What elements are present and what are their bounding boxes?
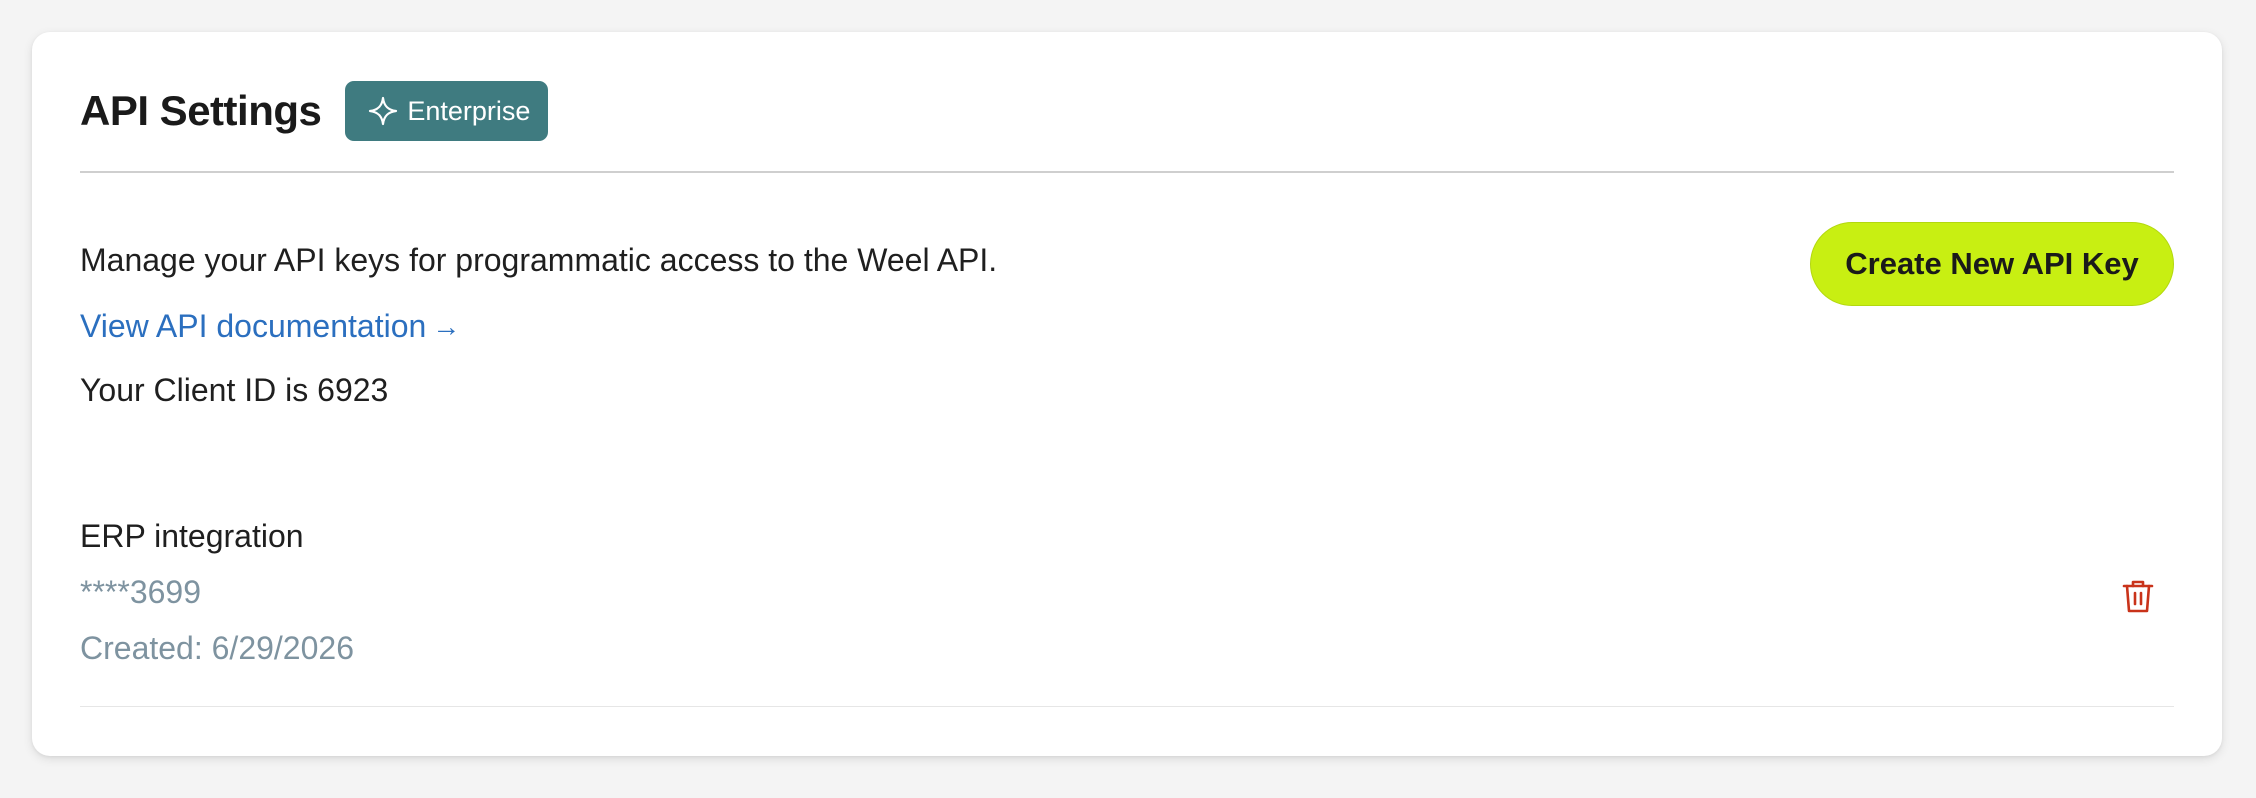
api-description: Manage your API keys for programmatic ac… xyxy=(80,242,998,278)
arrow-right-icon: → xyxy=(432,310,461,342)
enterprise-badge: Enterprise xyxy=(345,81,549,141)
trash-icon xyxy=(2121,578,2155,614)
client-id-text: Your Client ID is 6923 xyxy=(80,372,389,408)
page-title: API Settings xyxy=(80,87,322,134)
api-documentation-link[interactable]: View API documentation → xyxy=(80,308,460,345)
doc-link-label: View API documentation xyxy=(80,308,427,344)
api-key-created-date: Created: 6/29/2026 xyxy=(80,630,354,666)
badge-label: Enterprise xyxy=(407,95,531,126)
sparkle-icon xyxy=(367,95,399,127)
api-settings-card: API Settings Enterprise Manage your API … xyxy=(32,32,2222,756)
api-key-masked-value: ****3699 xyxy=(80,574,201,610)
delete-api-key-button[interactable] xyxy=(2116,574,2160,618)
create-api-key-button[interactable]: Create New API Key xyxy=(1810,222,2174,306)
card-header: API Settings Enterprise xyxy=(80,80,549,142)
api-key-name: ERP integration xyxy=(80,518,304,554)
header-divider xyxy=(80,171,2174,173)
list-divider xyxy=(80,706,2174,707)
